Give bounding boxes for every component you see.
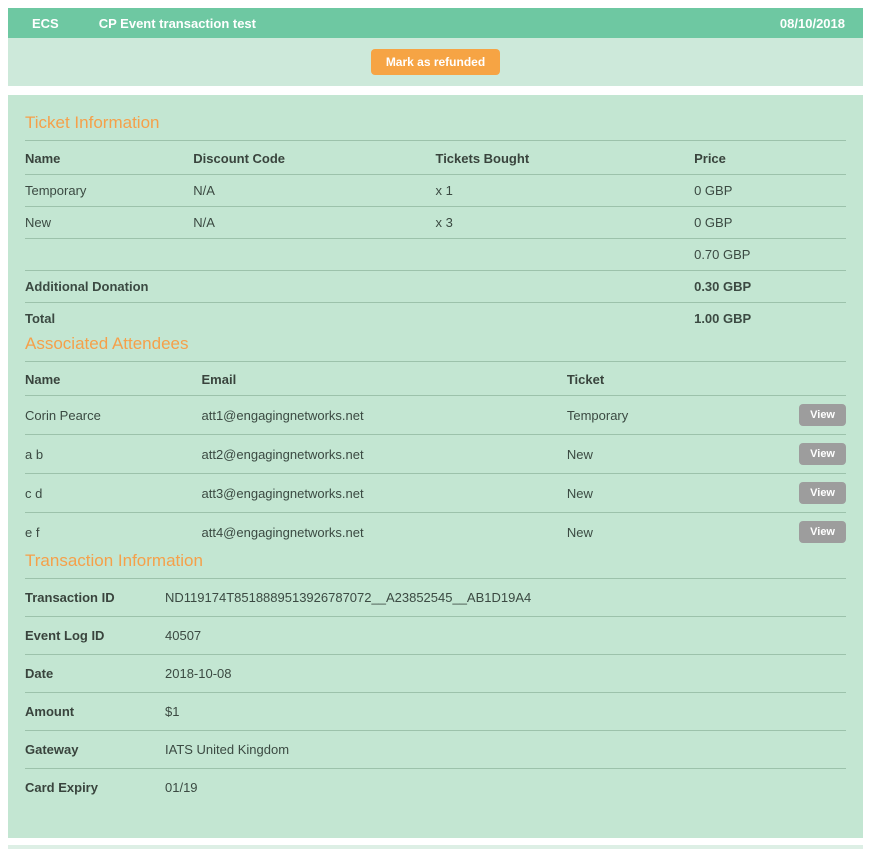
gateway-value: IATS United Kingdom (165, 742, 846, 757)
card-expiry-row: Card Expiry 01/19 (25, 768, 846, 806)
ticket-col-discount-code: Discount Code (193, 141, 435, 175)
view-attendee-button[interactable]: View (799, 482, 846, 504)
attendee-col-action (772, 362, 846, 396)
attendee-row: c d att3@engagingnetworks.net New View (25, 474, 846, 513)
ticket-discount-code: N/A (193, 207, 435, 239)
attendee-ticket: New (567, 474, 772, 513)
attendee-table-header-row: Name Email Ticket (25, 362, 846, 396)
ticket-tickets-bought: x 3 (435, 207, 694, 239)
attendee-row: a b att2@engagingnetworks.net New View (25, 435, 846, 474)
attendee-name: a b (25, 435, 202, 474)
ticket-price: 0.70 GBP (694, 239, 846, 271)
attendee-table: Name Email Ticket Corin Pearce att1@enga… (25, 362, 846, 551)
ticket-name: Additional Donation (25, 271, 193, 303)
transaction-id-row: Transaction ID ND119174T8518889513926787… (25, 579, 846, 616)
ticket-name: New (25, 207, 193, 239)
view-attendee-button[interactable]: View (799, 521, 846, 543)
ticket-table-header-row: Name Discount Code Tickets Bought Price (25, 141, 846, 175)
card-expiry-value: 01/19 (165, 780, 846, 795)
transaction-information-section: Transaction Information Transaction ID N… (25, 551, 846, 806)
attendee-col-email: Email (202, 362, 567, 396)
spacer (8, 86, 863, 95)
ticket-price: 0 GBP (694, 207, 846, 239)
ticket-information-heading: Ticket Information (25, 113, 846, 133)
amount-value: $1 (165, 704, 846, 719)
ticket-col-price: Price (694, 141, 846, 175)
attendee-email: att1@engagingnetworks.net (202, 396, 567, 435)
amount-row: Amount $1 (25, 692, 846, 730)
ticket-name: Total (25, 303, 193, 335)
attendee-row: e f att4@engagingnetworks.net New View (25, 513, 846, 552)
ticket-tickets-bought: x 1 (435, 175, 694, 207)
field-label: Event Log ID (25, 628, 165, 643)
attendee-ticket: Temporary (567, 396, 772, 435)
ticket-tickets-bought (435, 271, 694, 303)
attendee-name: Corin Pearce (25, 396, 202, 435)
page-title: CP Event transaction test (99, 16, 256, 31)
field-label: Date (25, 666, 165, 681)
attendee-row: Corin Pearce att1@engagingnetworks.net T… (25, 396, 846, 435)
app-name: ECS (32, 16, 59, 31)
date-value: 2018-10-08 (165, 666, 846, 681)
ticket-col-name: Name (25, 141, 193, 175)
attendee-email: att4@engagingnetworks.net (202, 513, 567, 552)
date-row: Date 2018-10-08 (25, 654, 846, 692)
action-bar: Mark as refunded (8, 38, 863, 86)
ticket-col-tickets-bought: Tickets Bought (435, 141, 694, 175)
associated-attendees-section: Associated Attendees Name Email Ticket C… (25, 334, 846, 551)
ticket-price: 0 GBP (694, 175, 846, 207)
field-label: Amount (25, 704, 165, 719)
ticket-discount-code (193, 239, 435, 271)
mark-as-refunded-button[interactable]: Mark as refunded (371, 49, 500, 75)
field-label: Card Expiry (25, 780, 165, 795)
attendee-col-ticket: Ticket (567, 362, 772, 396)
ticket-information-section: Ticket Information Name Discount Code Ti… (25, 113, 846, 334)
attendee-email: att3@engagingnetworks.net (202, 474, 567, 513)
gateway-row: Gateway IATS United Kingdom (25, 730, 846, 768)
associated-attendees-heading: Associated Attendees (25, 334, 846, 354)
ticket-price: 1.00 GBP (694, 303, 846, 335)
attendee-col-name: Name (25, 362, 202, 396)
ticket-tickets-bought (435, 239, 694, 271)
additional-donation-row: Additional Donation 0.30 GBP (25, 271, 846, 303)
page: ECS CP Event transaction test 08/10/2018… (0, 0, 871, 838)
header-date: 08/10/2018 (780, 16, 845, 31)
total-row: Total 1.00 GBP (25, 303, 846, 335)
footer-strip (8, 845, 863, 849)
attendee-ticket: New (567, 513, 772, 552)
ticket-discount-code (193, 303, 435, 335)
transaction-information-heading: Transaction Information (25, 551, 846, 571)
ticket-row: New N/A x 3 0 GBP (25, 207, 846, 239)
field-label: Transaction ID (25, 590, 165, 605)
attendee-name: e f (25, 513, 202, 552)
view-attendee-button[interactable]: View (799, 404, 846, 426)
ticket-row: Temporary N/A x 1 0 GBP (25, 175, 846, 207)
ticket-name: Temporary (25, 175, 193, 207)
ticket-name (25, 239, 193, 271)
ticket-tickets-bought (435, 303, 694, 335)
attendee-ticket: New (567, 435, 772, 474)
event-log-id-row: Event Log ID 40507 (25, 616, 846, 654)
transaction-id-value: ND119174T8518889513926787072__A23852545_… (165, 590, 846, 605)
view-attendee-button[interactable]: View (799, 443, 846, 465)
ticket-row: 0.70 GBP (25, 239, 846, 271)
field-label: Gateway (25, 742, 165, 757)
attendee-email: att2@engagingnetworks.net (202, 435, 567, 474)
header-bar: ECS CP Event transaction test 08/10/2018 (8, 8, 863, 38)
attendee-name: c d (25, 474, 202, 513)
main-panel: Ticket Information Name Discount Code Ti… (8, 95, 863, 838)
ticket-discount-code (193, 271, 435, 303)
spacer (0, 838, 871, 845)
ticket-discount-code: N/A (193, 175, 435, 207)
ticket-table: Name Discount Code Tickets Bought Price … (25, 141, 846, 334)
event-log-id-value: 40507 (165, 628, 846, 643)
ticket-price: 0.30 GBP (694, 271, 846, 303)
